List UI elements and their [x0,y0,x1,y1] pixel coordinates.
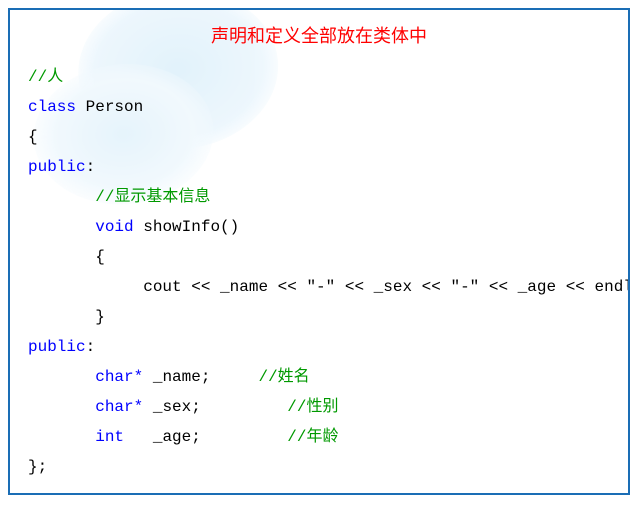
colon-2: : [86,338,96,356]
m-sex: _sex; [153,398,201,416]
title: 声明和定义全部放在类体中 [28,22,610,48]
c-sex: //性别 [287,398,338,416]
ty-charp-2: char* [95,398,143,416]
ty-charp-1: char* [95,368,143,386]
comment-showinfo: //显示基本信息 [95,188,210,206]
m-age: _age; [153,428,201,446]
public-2: public [28,338,86,356]
code-frame: 声明和定义全部放在类体中 //人 class Person { public: … [8,8,630,495]
kw-class: class [28,98,76,116]
brace-close: }; [28,458,47,476]
fn-name: showInfo [143,218,220,236]
fn-brace-open: { [95,248,105,266]
class-name: Person [86,98,144,116]
content: 声明和定义全部放在类体中 //人 class Person { public: … [28,22,610,482]
fn-brace-close: } [95,308,105,326]
public-1: public [28,158,86,176]
c-age: //年龄 [287,428,338,446]
ty-int: int [95,428,124,446]
brace-open: { [28,128,38,146]
kw-void: void [95,218,133,236]
colon-1: : [86,158,96,176]
cout-line: cout << _name << "-" << _sex << "-" << _… [143,278,630,296]
m-name: _name; [153,368,211,386]
code-block: //人 class Person { public: //显示基本信息 void… [28,62,610,482]
c-name: //姓名 [258,368,309,386]
comment-person: //人 [28,68,63,86]
fn-parens: () [220,218,239,236]
